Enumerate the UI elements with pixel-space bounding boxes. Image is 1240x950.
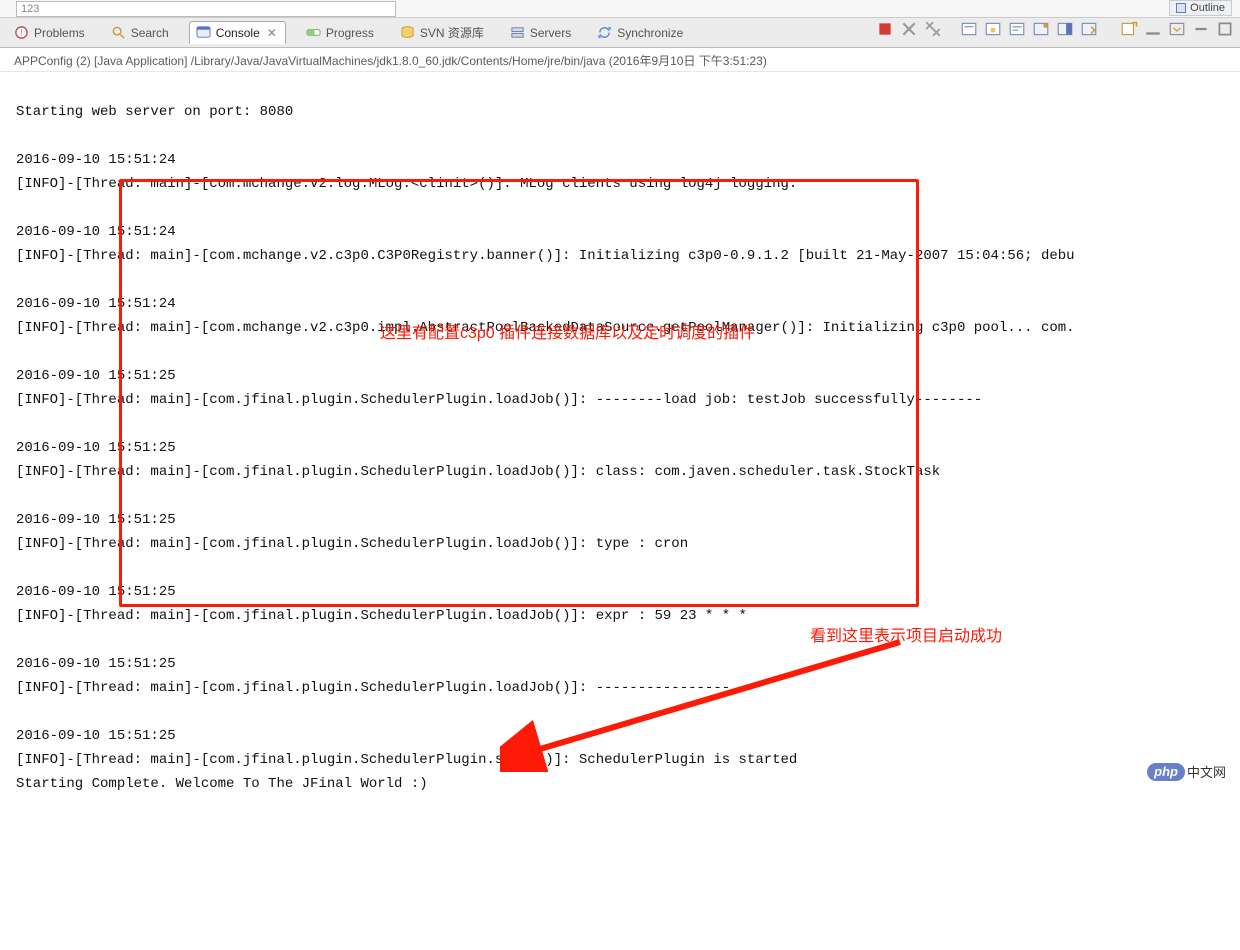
tab-label: Synchronize [617,26,683,40]
new-console-button[interactable] [1120,20,1138,38]
scroll-lock-button[interactable] [984,20,1002,38]
outline-label: Outline [1190,2,1225,14]
console-icon [196,25,211,40]
terminate-button[interactable] [876,20,894,38]
close-icon[interactable]: ✕ [265,26,279,40]
tab-label: Console [216,26,260,40]
expression-input[interactable] [16,1,396,17]
progress-icon [306,25,321,40]
sync-icon [597,25,612,40]
launch-info-bar: APPConfig (2) [Java Application] /Librar… [0,48,1240,72]
watermark-badge: php 中文网 [1147,762,1226,781]
outline-icon [1176,3,1186,13]
tab-progress[interactable]: Progress [300,22,380,43]
pin-console-button[interactable] [1032,20,1050,38]
open-console-button[interactable] [1080,20,1098,38]
annotation-arrow [500,632,920,772]
tab-label: Search [131,26,169,40]
drop-down-button[interactable] [1168,20,1186,38]
outline-view-tab[interactable]: Outline [1169,0,1232,16]
clear-console-button[interactable] [960,20,978,38]
remove-terminated-button[interactable] [900,20,918,38]
maximize-view-button[interactable] [1216,20,1234,38]
console-output[interactable]: Starting web server on port: 8080 2016-0… [0,72,1240,950]
remove-all-button[interactable] [924,20,942,38]
svg-text:!: ! [20,27,22,37]
watermark-pill: php [1147,763,1185,781]
problems-icon: ! [14,25,29,40]
views-tab-bar: ! Problems Search Console ✕ Progress SVN… [0,18,1240,48]
tab-problems[interactable]: ! Problems [8,22,91,43]
watermark-text: 中文网 [1187,762,1226,781]
console-text: Starting web server on port: 8080 2016-0… [16,104,1075,792]
annotation-text-2: 看到这里表示项目启动成功 [810,625,1002,649]
svn-icon [400,25,415,40]
word-wrap-button[interactable] [1008,20,1026,38]
servers-icon [510,25,525,40]
display-selected-button[interactable] [1056,20,1074,38]
minimize-button[interactable] [1144,20,1162,38]
tab-label: Servers [530,26,571,40]
tab-console[interactable]: Console ✕ [189,21,286,44]
tab-synchronize[interactable]: Synchronize [591,22,689,43]
tab-label: SVN 资源库 [420,24,484,41]
search-icon [111,25,126,40]
tab-servers[interactable]: Servers [504,22,577,43]
launch-info-text: APPConfig (2) [Java Application] /Librar… [14,54,767,68]
console-toolbar [876,20,1234,38]
tab-label: Progress [326,26,374,40]
tab-search[interactable]: Search [105,22,175,43]
tab-label: Problems [34,26,85,40]
minimize-view-button[interactable] [1192,20,1210,38]
tab-svn[interactable]: SVN 资源库 [394,21,490,44]
cropped-top-bar: Outline [0,0,1240,18]
